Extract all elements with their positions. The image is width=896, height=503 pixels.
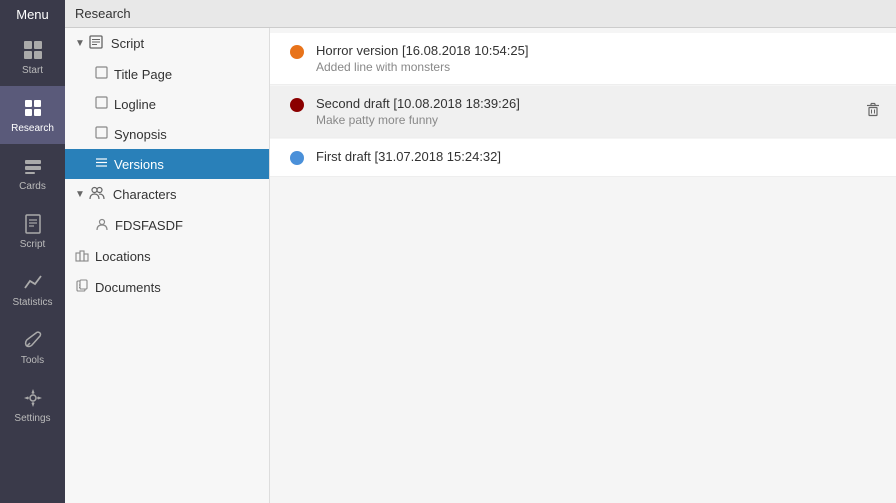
title-page-icon	[95, 66, 108, 82]
version-info-2: Second draft [10.08.2018 18:39:26] Make …	[316, 96, 876, 127]
version-dot-3	[290, 151, 304, 165]
characters-section-header[interactable]: ▼ Characters	[65, 179, 269, 210]
characters-arrow: ▼	[75, 189, 85, 200]
statistics-label: Statistics	[12, 297, 52, 308]
version-title-1: Horror version [16.08.2018 10:54:25]	[316, 43, 876, 58]
sidebar-item-script[interactable]: Script	[0, 202, 65, 260]
version-dot-2	[290, 98, 304, 112]
tree-title-page[interactable]: Title Page	[65, 59, 269, 89]
script-label: Script	[20, 239, 46, 250]
research-label: Research	[11, 123, 54, 134]
tree-fdsfasdf[interactable]: FDSFASDF	[65, 210, 269, 241]
sidebar-item-tools[interactable]: Tools	[0, 318, 65, 376]
sidebar-item-settings[interactable]: Settings	[0, 376, 65, 434]
script-icon	[21, 212, 45, 236]
version-title-3: First draft [31.07.2018 15:24:32]	[316, 149, 876, 164]
cards-label: Cards	[19, 181, 46, 192]
research-icon	[21, 96, 45, 120]
sidebar-item-research[interactable]: Research	[0, 86, 65, 144]
tree-documents[interactable]: Documents	[65, 272, 269, 303]
documents-icon	[75, 279, 89, 296]
locations-icon	[75, 248, 89, 265]
sidebar: Start Research Cards	[0, 28, 65, 503]
start-label: Start	[22, 65, 43, 76]
version-subtitle-1: Added line with monsters	[316, 60, 876, 74]
start-icon	[21, 38, 45, 62]
documents-label: Documents	[95, 280, 161, 295]
statistics-icon	[21, 270, 45, 294]
logline-icon	[95, 96, 108, 112]
synopsis-icon	[95, 126, 108, 142]
main-topbar	[270, 0, 896, 28]
sidebar-item-start[interactable]: Start	[0, 28, 65, 86]
script-section-header[interactable]: ▼ Script	[65, 28, 269, 59]
settings-icon	[21, 386, 45, 410]
tree-logline[interactable]: Logline	[65, 89, 269, 119]
settings-label: Settings	[14, 413, 50, 424]
versions-label: Versions	[114, 157, 164, 172]
version-info-1: Horror version [16.08.2018 10:54:25] Add…	[316, 43, 876, 74]
versions-icon	[95, 156, 108, 172]
version-title-2: Second draft [10.08.2018 18:39:26]	[316, 96, 876, 111]
version-item-1[interactable]: Horror version [16.08.2018 10:54:25] Add…	[270, 33, 896, 85]
script-section-icon	[89, 35, 103, 52]
version-info-3: First draft [31.07.2018 15:24:32]	[316, 149, 876, 166]
version-item-3[interactable]: First draft [31.07.2018 15:24:32]	[270, 139, 896, 177]
sidebar-item-statistics[interactable]: Statistics	[0, 260, 65, 318]
menu-button[interactable]: Menu	[0, 0, 65, 28]
fdsfasdf-label: FDSFASDF	[115, 218, 183, 233]
version-subtitle-2: Make patty more funny	[316, 113, 876, 127]
tools-label: Tools	[21, 355, 44, 366]
versions-list: Horror version [16.08.2018 10:54:25] Add…	[270, 28, 896, 503]
tree-panel: ▼ Script Title Page Logline Synopsis	[65, 28, 270, 503]
locations-label: Locations	[95, 249, 151, 264]
main-content: Horror version [16.08.2018 10:54:25] Add…	[270, 28, 896, 503]
cards-icon	[21, 154, 45, 178]
tree-synopsis[interactable]: Synopsis	[65, 119, 269, 149]
script-section-label: Script	[111, 36, 144, 51]
tree-panel-header: Research	[65, 0, 270, 28]
tree-versions[interactable]: Versions	[65, 149, 269, 179]
synopsis-label: Synopsis	[114, 127, 167, 142]
tree-locations[interactable]: Locations	[65, 241, 269, 272]
logline-label: Logline	[114, 97, 156, 112]
version-delete-button-2[interactable]	[865, 101, 881, 122]
version-item-2[interactable]: Second draft [10.08.2018 18:39:26] Make …	[270, 86, 896, 138]
title-page-label: Title Page	[114, 67, 172, 82]
version-dot-1	[290, 45, 304, 59]
sidebar-item-cards[interactable]: Cards	[0, 144, 65, 202]
menu-label: Menu	[16, 7, 49, 22]
tools-icon	[21, 328, 45, 352]
characters-section-icon	[89, 186, 105, 203]
research-section-label: Research	[75, 6, 131, 21]
script-arrow: ▼	[75, 38, 85, 49]
fdsfasdf-icon	[95, 217, 109, 234]
characters-section-label: Characters	[113, 187, 177, 202]
